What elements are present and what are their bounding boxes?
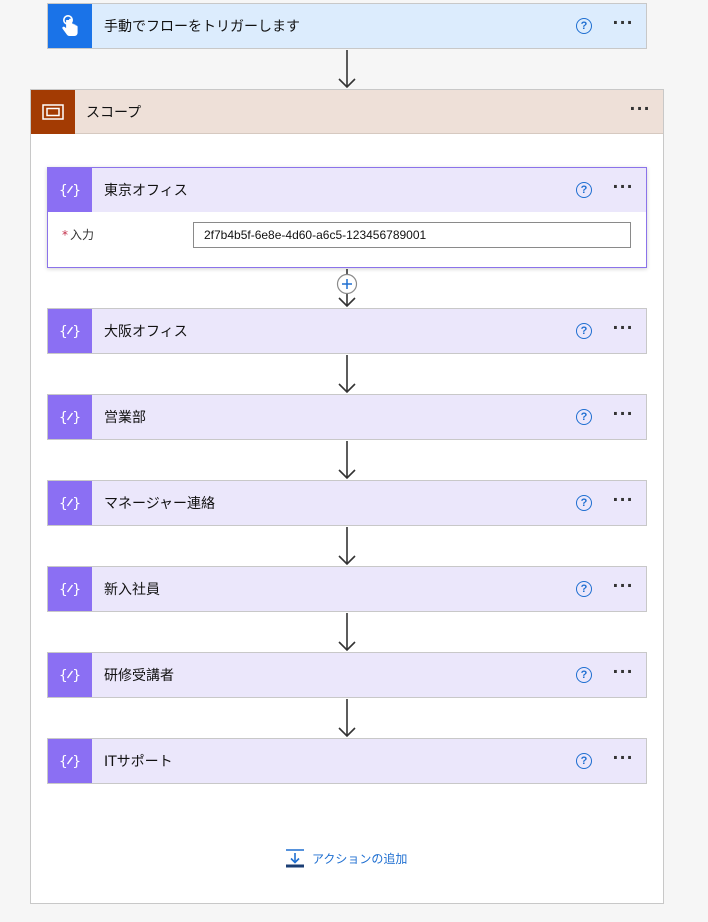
variable-icon: { }	[48, 309, 92, 353]
hand-touch-icon	[48, 4, 92, 48]
help-icon[interactable]: ?	[576, 409, 592, 425]
more-icon[interactable]: ···	[610, 406, 636, 425]
scope-title: スコープ	[86, 104, 142, 121]
action-title: 大阪オフィス	[104, 324, 188, 340]
connector-arrow	[338, 355, 356, 394]
svg-text:{ }: { }	[59, 582, 81, 598]
svg-text:{ }: { }	[59, 668, 81, 684]
more-icon[interactable]: ···	[610, 578, 636, 597]
more-icon[interactable]: ···	[610, 492, 636, 511]
help-icon[interactable]: ?	[576, 581, 592, 597]
connector-arrow	[338, 50, 356, 89]
input-label: * 入力	[62, 226, 94, 243]
action-title: ITサポート	[104, 754, 173, 770]
variable-icon: { }	[48, 395, 92, 439]
insert-step-connector[interactable]	[336, 269, 358, 308]
variable-icon: { }	[48, 481, 92, 525]
input-field[interactable]: 2f7b4b5f-6e8e-4d60-a6c5-123456789001	[193, 222, 631, 248]
required-mark: *	[62, 228, 68, 242]
variable-icon: { }	[48, 168, 92, 212]
expanded-action-title: 東京オフィス	[104, 183, 188, 199]
action-card-trainees[interactable]: { } 研修受講者 ? ···	[47, 652, 647, 698]
help-icon[interactable]: ?	[576, 323, 592, 339]
more-icon[interactable]: ···	[610, 320, 636, 339]
svg-text:{ }: { }	[59, 754, 81, 770]
add-action-button[interactable]: アクションの追加	[285, 848, 407, 868]
help-icon[interactable]: ?	[576, 753, 592, 769]
input-field-row: * 入力 2f7b4b5f-6e8e-4d60-a6c5-123456789001	[48, 212, 646, 267]
action-card-manager[interactable]: { } マネージャー連絡 ? ···	[47, 480, 647, 526]
connector-arrow	[338, 699, 356, 738]
action-card-expanded[interactable]: { } 東京オフィス ? ··· * 入力 2f7b4b5f-6e8e-4d60-…	[47, 167, 647, 268]
trigger-card[interactable]: 手動でフローをトリガーします ? ···	[47, 3, 647, 49]
action-card-osaka[interactable]: { } 大阪オフィス ? ···	[47, 308, 647, 354]
trigger-title: 手動でフローをトリガーします	[104, 19, 300, 35]
action-title: 営業部	[104, 410, 146, 426]
trigger-more-icon[interactable]: ···	[610, 15, 636, 34]
variable-icon: { }	[48, 653, 92, 697]
svg-text:{ }: { }	[59, 324, 81, 340]
action-card-new-employee[interactable]: { } 新入社員 ? ···	[47, 566, 647, 612]
expanded-action-header[interactable]: { } 東京オフィス ? ···	[48, 168, 646, 212]
connector-arrow	[338, 613, 356, 652]
svg-text:{ }: { }	[59, 496, 81, 512]
more-icon[interactable]: ···	[610, 750, 636, 769]
scope-header[interactable]: スコープ ···	[31, 89, 663, 134]
scope-more-icon[interactable]: ···	[627, 100, 653, 120]
connector-arrow	[338, 441, 356, 480]
trigger-help-icon[interactable]: ?	[576, 18, 592, 34]
svg-text:{ }: { }	[59, 410, 81, 426]
add-action-label: アクションの追加	[312, 851, 408, 866]
add-action-icon	[286, 849, 304, 868]
connector-arrow	[338, 527, 356, 566]
action-title: 研修受講者	[104, 668, 174, 684]
expanded-action-help-icon[interactable]: ?	[576, 182, 592, 198]
action-card-sales[interactable]: { } 営業部 ? ···	[47, 394, 647, 440]
action-title: マネージャー連絡	[104, 496, 216, 512]
variable-icon: { }	[48, 567, 92, 611]
help-icon[interactable]: ?	[576, 667, 592, 683]
action-card-it-support[interactable]: { } ITサポート ? ···	[47, 738, 647, 784]
variable-icon: { }	[48, 739, 92, 783]
scope-icon	[31, 89, 75, 134]
action-title: 新入社員	[104, 582, 160, 598]
input-label-text: 入力	[70, 228, 95, 242]
svg-text:{ }: { }	[59, 183, 81, 199]
more-icon[interactable]: ···	[610, 664, 636, 683]
expanded-action-more-icon[interactable]: ···	[610, 179, 636, 198]
help-icon[interactable]: ?	[576, 495, 592, 511]
